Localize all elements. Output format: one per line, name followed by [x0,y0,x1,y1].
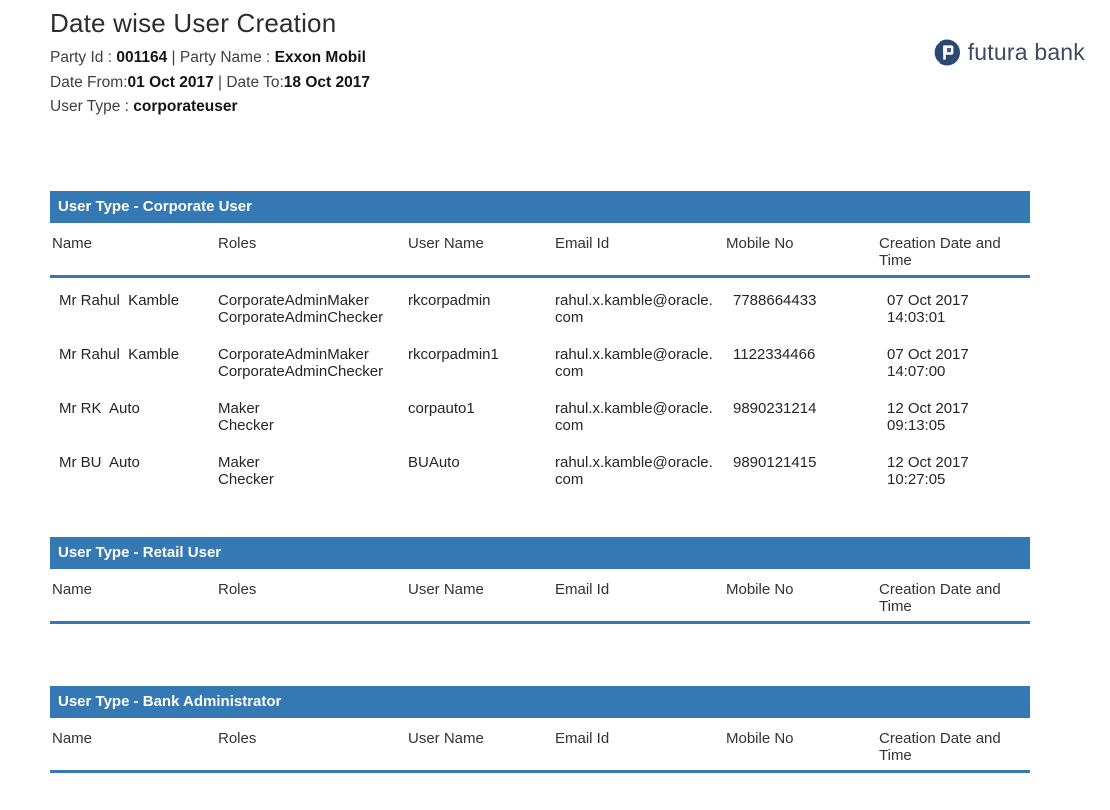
party-id-label: Party Id : [50,49,117,66]
column-header-mobile-no: Mobile No [726,729,794,747]
column-header-mobile-no: Mobile No [726,234,794,252]
column-header-creation-date: Creation Date and Time [879,729,1001,764]
table-row: Mr Rahul Kamble CorporateAdminMaker Corp… [50,292,1030,326]
cell-mobile: 9890231214 [733,399,817,417]
column-header-row: Name Roles User Name Email Id Mobile No … [50,569,1030,621]
cell-email: rahul.x.kamble@oracle.com [555,291,713,326]
table-row: Mr Rahul Kamble CorporateAdminMaker Corp… [50,346,1030,380]
cell-mobile: 9890121415 [733,453,817,471]
cell-name: Mr Rahul Kamble [59,291,180,309]
futura-bank-logo-text: futura bank [967,39,1085,65]
date-from-label: Date From: [50,73,128,91]
table-row: Mr BU Auto Maker Checker BUAuto rahul.x.… [50,454,1030,488]
report-page: Date wise User Creation Party Id : 00116… [0,0,1110,810]
cell-roles: Maker Checker [218,399,274,434]
column-header-roles: Roles [218,580,257,598]
column-header-row: Name Roles User Name Email Id Mobile No … [50,223,1030,275]
column-header-name: Name [52,729,93,747]
cell-email: rahul.x.kamble@oracle.com [555,453,713,488]
date-from-value: 01 Oct 2017 [127,73,214,91]
section-corporate-user: User Type - Corporate User Name Roles Us… [50,190,1030,488]
section-bank-administrator: User Type - Bank Administrator Name Role… [50,685,1030,773]
section-retail-user: User Type - Retail User Name Roles User … [50,536,1030,624]
cell-name: Mr Rahul Kamble [59,345,180,363]
column-header-email-id: Email Id [555,234,610,252]
column-header-email-id: Email Id [555,580,610,598]
cell-email: rahul.x.kamble@oracle.com [555,345,713,380]
section-title-corporate-user: User Type - Corporate User [50,190,1030,223]
column-header-name: Name [52,234,93,252]
section-title-bank-administrator: User Type - Bank Administrator [50,685,1030,718]
cell-user-name: rkcorpadmin [408,291,491,309]
column-header-row: Name Roles User Name Email Id Mobile No … [50,718,1030,770]
meta-separator: | [167,49,180,66]
column-header-creation-date: Creation Date and Time [879,580,1001,615]
cell-creation-date: 07 Oct 2017 14:07:00 [887,345,969,380]
party-name-label: Party Name : [179,49,275,66]
user-type-value: corporateuser [133,98,238,115]
cell-creation-date: 12 Oct 2017 09:13:05 [887,399,969,434]
column-header-user-name: User Name [408,234,484,252]
column-header-roles: Roles [218,729,257,747]
column-header-email-id: Email Id [555,729,610,747]
cell-roles: CorporateAdminMaker CorporateAdminChecke… [218,291,384,326]
page-title: Date wise User Creation [50,8,337,38]
cell-user-name: corpauto1 [408,399,475,417]
section-title-retail-user: User Type - Retail User [50,536,1030,569]
cell-roles: Maker Checker [218,453,274,488]
header-divider-rule [50,620,1030,624]
cell-email: rahul.x.kamble@oracle.com [555,399,713,434]
futura-bank-logo-icon [930,37,961,68]
cell-user-name: rkcorpadmin1 [408,345,499,363]
cell-name: Mr BU Auto [59,453,140,471]
cell-user-name: BUAuto [408,453,460,471]
column-header-creation-date: Creation Date and Time [879,234,1001,269]
cell-name: Mr RK Auto [59,399,140,417]
table-body-corporate: Mr Rahul Kamble CorporateAdminMaker Corp… [50,278,1030,488]
table-row: Mr RK Auto Maker Checker corpauto1 rahul… [50,400,1030,434]
header-divider-rule [50,769,1030,773]
column-header-user-name: User Name [408,580,484,598]
party-name-value: Exxon Mobil [274,49,366,66]
cell-mobile: 7788664433 [733,291,817,309]
column-header-roles: Roles [218,234,257,252]
party-id-value: 001164 [116,49,168,66]
column-header-mobile-no: Mobile No [726,580,794,598]
cell-roles: CorporateAdminMaker CorporateAdminChecke… [218,345,384,380]
date-to-value: 18 Oct 2017 [283,73,370,91]
futura-bank-logo: futura bank [930,37,1085,68]
user-type-label: User Type : [50,98,134,115]
meta-separator: | [213,73,227,91]
cell-creation-date: 12 Oct 2017 10:27:05 [887,453,969,488]
column-header-name: Name [52,580,93,598]
cell-mobile: 1122334466 [733,345,816,363]
cell-creation-date: 07 Oct 2017 14:03:01 [887,291,969,326]
date-to-label: Date To: [226,73,284,91]
date-range-line: Date From:01 Oct 2017 | Date To:18 Oct 2… [50,71,1110,96]
user-type-line: User Type : corporateuser [50,95,1110,120]
column-header-user-name: User Name [408,729,484,747]
